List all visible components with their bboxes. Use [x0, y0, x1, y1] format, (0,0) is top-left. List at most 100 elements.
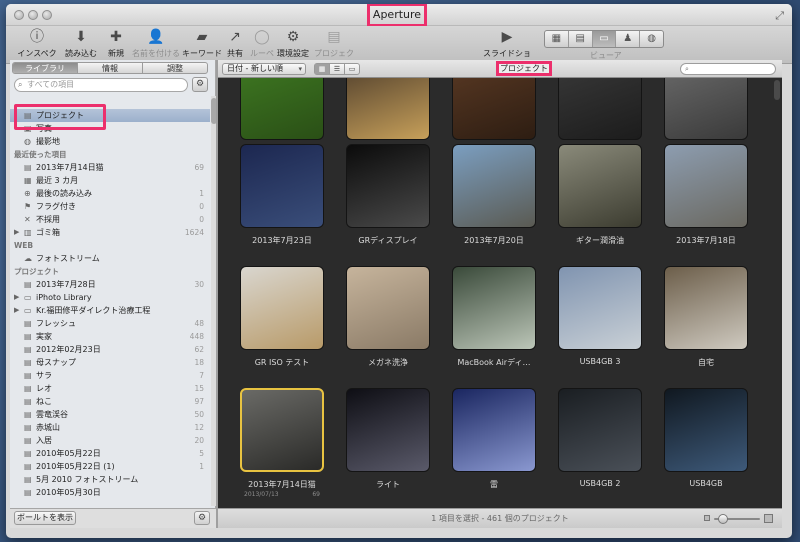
project-thumbnail[interactable]	[452, 266, 536, 350]
faces-view-icon[interactable]: ♟	[616, 31, 641, 47]
sidebar-item[interactable]: ⚑ フラグ付き 0	[10, 200, 210, 213]
project-tile[interactable]: ギター潤滑油	[558, 144, 642, 246]
sidebar-item[interactable]: ▤ 5月 2010 フォトストリーム	[10, 473, 210, 486]
settings-button[interactable]: ⚙ 環境設定	[276, 28, 310, 59]
project-tile[interactable]: 自宅	[664, 266, 748, 368]
viewer-view-icon[interactable]: ▭	[592, 31, 617, 47]
project-thumbnail[interactable]	[664, 144, 748, 228]
project-thumbnail[interactable]	[558, 144, 642, 228]
sidebar-item[interactable]: ▤ 2010年05月22日 (1) 1	[10, 460, 210, 473]
project-thumbnail[interactable]	[240, 78, 324, 140]
tab-adjust[interactable]: 調整	[143, 63, 207, 73]
project-meta: 2013/07/13 69	[240, 491, 324, 498]
project-thumbnail[interactable]	[240, 388, 324, 472]
slider-knob[interactable]	[718, 514, 728, 524]
sidebar-item[interactable]: ◍ 撮影地	[10, 135, 210, 148]
disclosure-triangle-icon[interactable]: ▶	[14, 304, 19, 317]
zoom-window-button[interactable]	[42, 10, 52, 20]
sidebar-item[interactable]: ☁ フォトストリーム	[10, 252, 210, 265]
project-thumbnail[interactable]	[664, 388, 748, 472]
grid-view-icon[interactable]: ▦	[545, 31, 569, 47]
disclosure-triangle-icon[interactable]: ▶	[14, 226, 19, 239]
sort-select[interactable]: 日付 - 新しい順 ▾	[222, 63, 306, 75]
project-thumbnail[interactable]	[664, 266, 748, 350]
project-thumbnail[interactable]	[346, 144, 430, 228]
project-thumbnail[interactable]	[452, 388, 536, 472]
tab-library[interactable]: ライブラリ	[13, 63, 78, 73]
sidebar-item[interactable]: ▤ 雲竜渓谷 50	[10, 408, 210, 421]
minimize-window-button[interactable]	[28, 10, 38, 20]
project-thumbnail[interactable]	[240, 266, 324, 350]
sidebar-item[interactable]: ▶ ▭ Kr.福田修平ダイレクト治療工程	[10, 304, 210, 317]
sidebar-item[interactable]: ▤ 実家 448	[10, 330, 210, 343]
name-button[interactable]: 👤 名前を付ける	[132, 28, 180, 59]
close-window-button[interactable]	[14, 10, 24, 20]
browser-search-input[interactable]: ⌕	[680, 63, 776, 75]
project-thumbnail[interactable]	[346, 388, 430, 472]
grid-scrollbar[interactable]	[772, 78, 782, 508]
thumbnail-size-slider[interactable]	[704, 514, 774, 524]
sidebar-item[interactable]: ▤ 母スナップ 18	[10, 356, 210, 369]
sidebar-item[interactable]: ▤ 2010年05月30日	[10, 486, 210, 499]
project-tile[interactable]: USB4GB	[664, 388, 748, 488]
library-search-input[interactable]: ⌕ すべての項目	[14, 78, 188, 92]
sidebar-item[interactable]: ▤ 2012年02月23日 62	[10, 343, 210, 356]
sidebar-item[interactable]: ▤ サラ 7	[10, 369, 210, 382]
project-thumbnail[interactable]	[240, 144, 324, 228]
project-thumbnail[interactable]	[664, 78, 748, 140]
project-tile[interactable]: ライト	[346, 388, 430, 490]
project-tile[interactable]: MacBook Airディ…	[452, 266, 536, 368]
project-tile[interactable]: 2013年7月18日	[664, 144, 748, 246]
project-thumbnail[interactable]	[452, 78, 536, 140]
disclosure-triangle-icon[interactable]: ▶	[14, 291, 19, 304]
show-vaults-button[interactable]: ボールトを表示	[14, 511, 76, 525]
bottom-gear-icon[interactable]: ⚙	[194, 511, 210, 525]
folder-mode-icon[interactable]: ▭	[345, 64, 359, 74]
sidebar-item[interactable]: ▶ ▭ iPhoto Library	[10, 291, 210, 304]
tab-info[interactable]: 情報	[78, 63, 143, 73]
grid-mode-icon[interactable]: ▦	[315, 64, 330, 74]
project-thumbnail[interactable]	[346, 266, 430, 350]
sidebar-item[interactable]: ▶ ▥ ゴミ箱 1624	[10, 226, 210, 239]
sidebar-item[interactable]: ▤ ねこ 97	[10, 395, 210, 408]
keyword-button[interactable]: ▰ キーワード	[182, 28, 222, 59]
project-tile[interactable]: 2013年7月14日猫 2013/07/13 69	[240, 388, 324, 498]
list-mode-icon[interactable]: ☰	[330, 64, 345, 74]
project-tile[interactable]: GRディスプレイ	[346, 144, 430, 246]
sidebar-item[interactable]: ⊕ 最後の読み込み 1	[10, 187, 210, 200]
sidebar-item[interactable]: ✕ 不採用 0	[10, 213, 210, 226]
import-button[interactable]: ⬇ 読み込む	[62, 28, 100, 59]
project-tile[interactable]: 2013年7月23日	[240, 144, 324, 246]
fullscreen-icon[interactable]: ⤢	[775, 9, 784, 23]
project-name: 2013年7月20日	[464, 236, 524, 245]
project-tile[interactable]: USB4GB 2	[558, 388, 642, 488]
share-button[interactable]: ↗ 共有	[224, 28, 246, 59]
sidebar-item[interactable]: ▤ 2013年7月14日猫 69	[10, 161, 210, 174]
small-thumb-icon	[704, 515, 710, 521]
sidebar-item[interactable]: ▤ 入居 20	[10, 434, 210, 447]
project-tile[interactable]: メガネ洗浄	[346, 266, 430, 368]
status-text: 1 項目を選択 - 461 個のプロジェクト	[431, 514, 569, 523]
breadcrumb[interactable]: プロジェクト	[496, 61, 552, 76]
places-view-icon[interactable]: ◍	[640, 31, 663, 47]
project-tile[interactable]: USB4GB 3	[558, 266, 642, 366]
sidebar-item[interactable]: ▤ フレッシュ 48	[10, 317, 210, 330]
project-thumbnail[interactable]	[452, 144, 536, 228]
project-thumbnail[interactable]	[346, 78, 430, 140]
project-tile[interactable]: 2013年7月20日	[452, 144, 536, 246]
sidebar-item[interactable]: ▤ レオ 15	[10, 382, 210, 395]
sidebar-item[interactable]: ▤ 2013年7月28日 30	[10, 278, 210, 291]
project-tile[interactable]: 雷	[452, 388, 536, 490]
project-thumbnail[interactable]	[558, 266, 642, 350]
loupe-button[interactable]: ◯ ルーペ	[248, 28, 276, 59]
sidebar-item[interactable]: ▤ 2010年05月22日 5	[10, 447, 210, 460]
sidebar-item[interactable]: ▤ 赤城山 12	[10, 421, 210, 434]
split-view-icon[interactable]: ▤	[569, 31, 593, 47]
new-button[interactable]: ✚ 新規	[102, 28, 130, 59]
sidebar-item[interactable]: ▦ 最近 3 カ月	[10, 174, 210, 187]
project-thumbnail[interactable]	[558, 78, 642, 140]
sidebar-action-gear-icon[interactable]: ⚙	[192, 77, 208, 92]
project-thumbnail[interactable]	[558, 388, 642, 472]
grid-scroll-thumb[interactable]	[774, 80, 780, 100]
project-tile[interactable]: GR ISO テスト	[240, 266, 324, 368]
